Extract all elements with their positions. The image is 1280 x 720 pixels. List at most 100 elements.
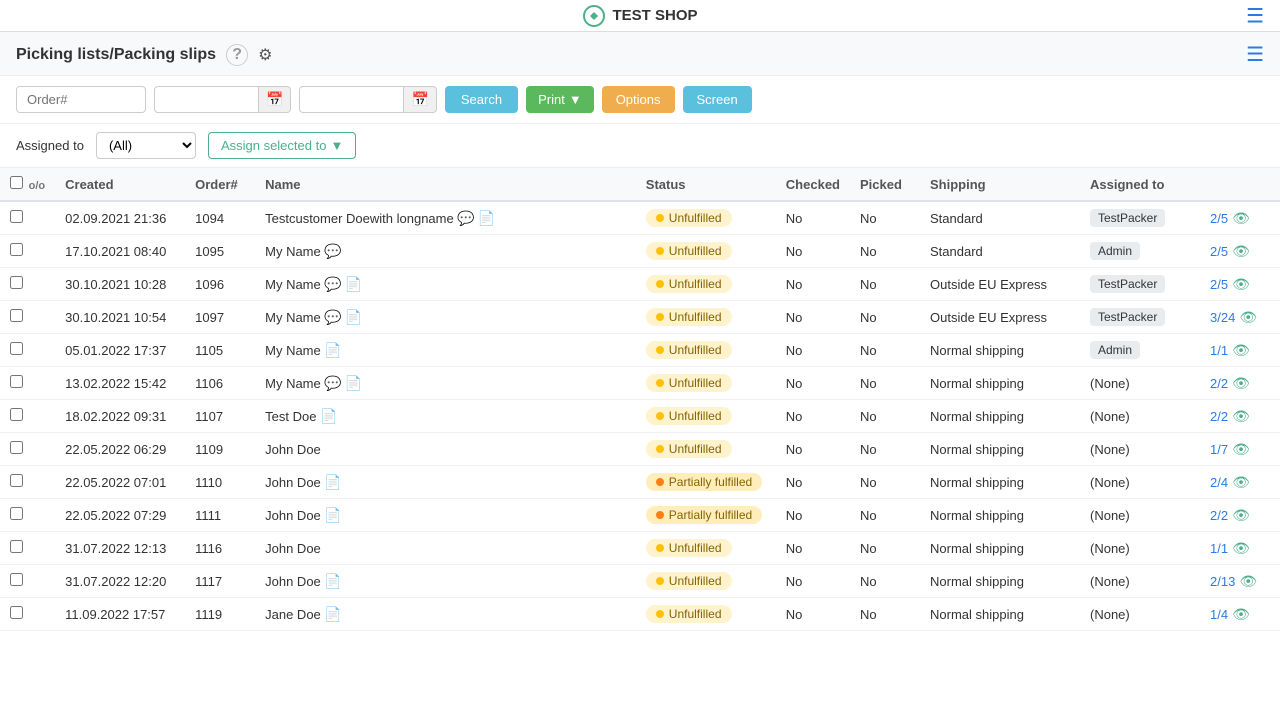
row-checkbox[interactable] xyxy=(10,276,23,289)
row-order: 1097 xyxy=(185,301,255,334)
row-picked: No xyxy=(850,334,920,367)
count-link[interactable]: 1/7 xyxy=(1210,442,1228,457)
count-link[interactable]: 2/2 xyxy=(1210,508,1228,523)
row-checkbox[interactable] xyxy=(10,309,23,322)
eye-icon[interactable]: 👁 xyxy=(1232,375,1250,392)
row-order: 1095 xyxy=(185,235,255,268)
status-dot xyxy=(656,478,664,486)
row-picked: No xyxy=(850,565,920,598)
count-link[interactable]: 2/2 xyxy=(1210,376,1228,391)
status-badge: Unfulfilled xyxy=(646,308,732,326)
doc-icon[interactable]: 📄 xyxy=(324,573,341,589)
row-checkbox[interactable] xyxy=(10,375,23,388)
row-checked: No xyxy=(776,268,850,301)
row-picked: No xyxy=(850,268,920,301)
settings-button[interactable]: ⚙ xyxy=(258,45,272,65)
eye-icon[interactable]: 👁 xyxy=(1232,408,1250,425)
assignee-none: (None) xyxy=(1090,376,1130,391)
row-checkbox[interactable] xyxy=(10,408,23,421)
eye-icon[interactable]: 👁 xyxy=(1232,243,1250,260)
date-to-input[interactable]: 05.10.2022 xyxy=(299,86,404,113)
eye-icon[interactable]: 👁 xyxy=(1232,606,1250,623)
row-checkbox[interactable] xyxy=(10,210,23,223)
row-shipping: Outside EU Express xyxy=(920,268,1080,301)
count-link[interactable]: 1/4 xyxy=(1210,607,1228,622)
doc-icon[interactable]: 📄 xyxy=(345,375,362,391)
row-checkbox[interactable] xyxy=(10,474,23,487)
eye-icon[interactable]: 👁 xyxy=(1232,474,1250,491)
app-title: TEST SHOP xyxy=(612,7,697,24)
eye-icon[interactable]: 👁 xyxy=(1232,210,1250,227)
eye-icon[interactable]: 👁 xyxy=(1232,276,1250,293)
order-input[interactable] xyxy=(16,86,146,113)
chat-icon[interactable]: 💬 xyxy=(324,243,341,259)
name-text: My Name xyxy=(265,376,321,391)
status-badge: Unfulfilled xyxy=(646,341,732,359)
row-checkbox[interactable] xyxy=(10,441,23,454)
count-link[interactable]: 1/1 xyxy=(1210,541,1228,556)
doc-icon[interactable]: 📄 xyxy=(345,309,362,325)
status-label: Unfulfilled xyxy=(669,409,722,423)
status-label: Partially fulfilled xyxy=(669,475,752,489)
status-badge: Unfulfilled xyxy=(646,572,732,590)
row-status: Unfulfilled xyxy=(636,235,776,268)
doc-icon[interactable]: 📄 xyxy=(478,210,495,226)
date-from-calendar-button[interactable]: 📅 xyxy=(259,86,291,113)
count-link[interactable]: 2/5 xyxy=(1210,244,1228,259)
assign-selected-button[interactable]: Assign selected to ▼ xyxy=(208,132,356,159)
row-count-cell: 3/24 👁 xyxy=(1200,301,1280,334)
row-checkbox[interactable] xyxy=(10,573,23,586)
count-link[interactable]: 2/13 xyxy=(1210,574,1235,589)
eye-icon[interactable]: 👁 xyxy=(1232,540,1250,557)
row-created: 17.10.2021 08:40 xyxy=(55,235,185,268)
count-link[interactable]: 2/2 xyxy=(1210,409,1228,424)
date-from-input[interactable]: 10.08.2021 xyxy=(154,86,259,113)
row-count-cell: 2/2 👁 xyxy=(1200,499,1280,532)
screen-button[interactable]: Screen xyxy=(683,86,752,113)
doc-icon[interactable]: 📄 xyxy=(324,507,341,523)
row-count-cell: 2/4 👁 xyxy=(1200,466,1280,499)
status-dot xyxy=(656,280,664,288)
search-button[interactable]: Search xyxy=(445,86,518,113)
doc-icon[interactable]: 📄 xyxy=(324,474,341,490)
date-to-calendar-button[interactable]: 📅 xyxy=(404,86,436,113)
row-checkbox[interactable] xyxy=(10,540,23,553)
help-button[interactable]: ? xyxy=(226,44,248,66)
col-header-checkbox: o/o xyxy=(0,168,55,201)
row-checkbox[interactable] xyxy=(10,507,23,520)
menu-icon-right[interactable]: ☰ xyxy=(1246,42,1264,67)
doc-icon[interactable]: 📄 xyxy=(324,342,341,358)
chat-icon[interactable]: 💬 xyxy=(324,375,341,391)
row-checked: No xyxy=(776,235,850,268)
count-link[interactable]: 3/24 xyxy=(1210,310,1235,325)
count-link[interactable]: 1/1 xyxy=(1210,343,1228,358)
eye-icon[interactable]: 👁 xyxy=(1232,342,1250,359)
print-button[interactable]: Print ▼ xyxy=(526,86,594,113)
name-text: Jane Doe xyxy=(265,607,321,622)
row-checkbox-cell xyxy=(0,235,55,268)
options-button[interactable]: Options xyxy=(602,86,675,113)
select-all-checkbox[interactable] xyxy=(10,176,23,189)
assigned-to-select[interactable]: (All) Admin TestPacker xyxy=(96,132,196,159)
row-checkbox[interactable] xyxy=(10,342,23,355)
count-link[interactable]: 2/5 xyxy=(1210,211,1228,226)
count-link[interactable]: 2/5 xyxy=(1210,277,1228,292)
doc-icon[interactable]: 📄 xyxy=(320,408,337,424)
status-dot xyxy=(656,346,664,354)
row-checkbox-cell xyxy=(0,532,55,565)
doc-icon[interactable]: 📄 xyxy=(345,276,362,292)
eye-icon[interactable]: 👁 xyxy=(1232,507,1250,524)
row-checkbox[interactable] xyxy=(10,606,23,619)
eye-icon[interactable]: 👁 xyxy=(1239,573,1257,590)
eye-icon[interactable]: 👁 xyxy=(1239,309,1257,326)
assignee-none: (None) xyxy=(1090,508,1130,523)
chat-icon[interactable]: 💬 xyxy=(457,210,474,226)
eye-icon[interactable]: 👁 xyxy=(1232,441,1250,458)
chat-icon[interactable]: 💬 xyxy=(324,309,341,325)
row-assigned: (None) xyxy=(1080,367,1200,400)
chat-icon[interactable]: 💬 xyxy=(324,276,341,292)
hamburger-icon[interactable]: ☰ xyxy=(1246,3,1264,28)
count-link[interactable]: 2/4 xyxy=(1210,475,1228,490)
doc-icon[interactable]: 📄 xyxy=(324,606,341,622)
row-checkbox[interactable] xyxy=(10,243,23,256)
